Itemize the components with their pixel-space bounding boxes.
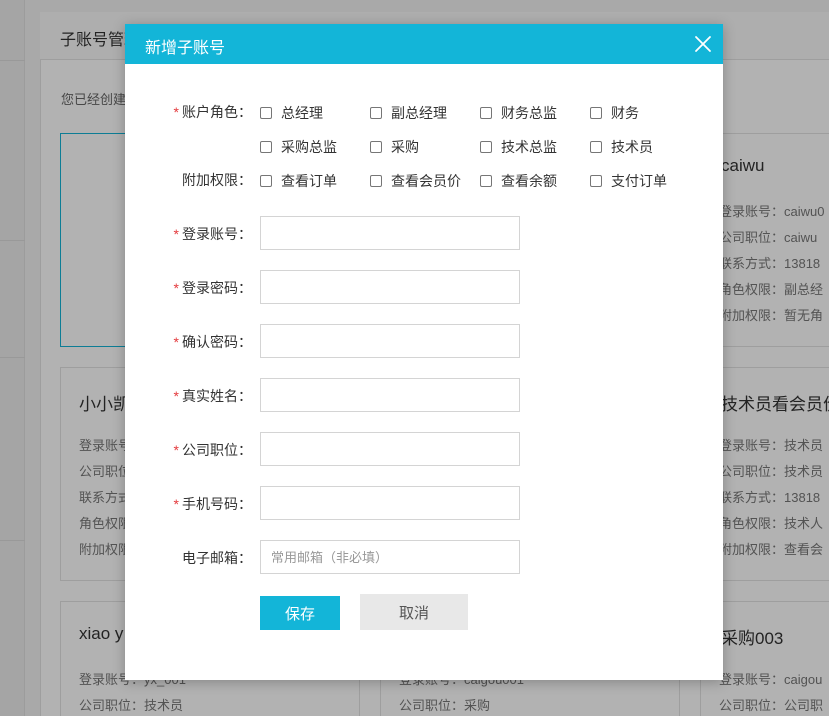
extra-checkbox-view-orders[interactable]: 查看订单 <box>260 171 337 191</box>
field-label-company-position: * 公司职位： <box>173 442 252 458</box>
role-label: * 账户角色： <box>173 104 252 120</box>
checkbox-icon[interactable] <box>480 107 492 119</box>
email-input[interactable] <box>260 540 520 574</box>
extra-permission-label: 附加权限： <box>182 172 252 188</box>
role-checkbox-finance-director[interactable]: 财务总监 <box>480 103 557 123</box>
cancel-button[interactable]: 取消 <box>360 594 468 630</box>
checkbox-icon[interactable] <box>370 107 382 119</box>
checkbox-icon[interactable] <box>260 141 272 153</box>
dialog-title: 新增子账号 <box>145 40 226 57</box>
login-account-input[interactable] <box>260 216 520 250</box>
field-label-confirm-password: * 确认密码： <box>173 334 252 350</box>
field-label-real-name: * 真实姓名： <box>173 388 252 404</box>
role-checkbox-purchasing[interactable]: 采购 <box>370 137 419 157</box>
real-name-input[interactable] <box>260 378 520 412</box>
confirm-password-input[interactable] <box>260 324 520 358</box>
field-label-phone: * 手机号码： <box>173 496 252 512</box>
login-password-input[interactable] <box>260 270 520 304</box>
close-icon[interactable] <box>691 32 715 56</box>
extra-checkbox-view-member-price[interactable]: 查看会员价 <box>370 171 461 191</box>
role-checkbox-finance[interactable]: 财务 <box>590 103 639 123</box>
checkbox-icon[interactable] <box>260 107 272 119</box>
checkbox-icon[interactable] <box>590 141 602 153</box>
role-checkbox-tech-director[interactable]: 技术总监 <box>480 137 557 157</box>
required-mark: * <box>173 104 179 120</box>
company-position-input[interactable] <box>260 432 520 466</box>
field-label-email: 电子邮箱： <box>182 550 252 566</box>
checkbox-icon[interactable] <box>480 175 492 187</box>
phone-input[interactable] <box>260 486 520 520</box>
extra-checkbox-view-balance[interactable]: 查看余额 <box>480 171 557 191</box>
field-label-login-account: * 登录账号： <box>173 226 252 242</box>
dialog-header: 新增子账号 <box>125 24 723 64</box>
checkbox-icon[interactable] <box>590 107 602 119</box>
role-checkbox-technician[interactable]: 技术员 <box>590 137 653 157</box>
checkbox-icon[interactable] <box>370 175 382 187</box>
extra-checkbox-pay-orders[interactable]: 支付订单 <box>590 171 667 191</box>
field-label-login-password: * 登录密码： <box>173 280 252 296</box>
checkbox-icon[interactable] <box>260 175 272 187</box>
role-checkbox-deputy-manager[interactable]: 副总经理 <box>370 103 447 123</box>
add-sub-account-dialog: 新增子账号 * 账户角色： 总经理 副总经理 财务总监 财务 采购总监 采购 技术… <box>125 24 723 680</box>
checkbox-icon[interactable] <box>370 141 382 153</box>
save-button[interactable]: 保存 <box>260 596 340 630</box>
checkbox-icon[interactable] <box>480 141 492 153</box>
role-checkbox-purchasing-director[interactable]: 采购总监 <box>260 137 337 157</box>
role-checkbox-general-manager[interactable]: 总经理 <box>260 103 323 123</box>
checkbox-icon[interactable] <box>590 175 602 187</box>
